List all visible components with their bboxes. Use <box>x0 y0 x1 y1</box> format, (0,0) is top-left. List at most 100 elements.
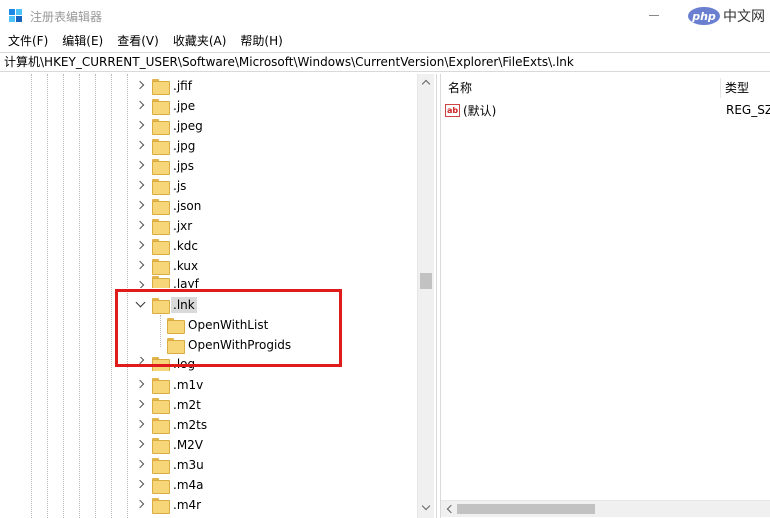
tree-item[interactable]: .jfif <box>136 76 194 96</box>
tree-item-label: .jpg <box>173 139 196 153</box>
tree-guide-line <box>95 74 96 518</box>
minimize-button[interactable] <box>638 6 674 26</box>
tree-item-label: .m4r <box>173 498 202 512</box>
tree-item[interactable]: .jpe <box>136 96 197 116</box>
tree-vertical-scrollbar[interactable] <box>417 74 434 518</box>
chevron-right-icon[interactable] <box>136 176 146 196</box>
tree-guide-line <box>31 74 32 518</box>
watermark-logo: php <box>688 7 720 25</box>
tree-item[interactable]: .m2ts <box>136 415 209 435</box>
tree-item[interactable]: .jxr <box>136 216 194 236</box>
folder-icon <box>152 239 170 255</box>
tree-item[interactable]: .layf <box>136 276 201 288</box>
folder-icon <box>152 276 170 288</box>
scroll-down-arrow-icon[interactable] <box>418 500 434 516</box>
tree-item-label: .layf <box>173 277 199 288</box>
tree-guide-line <box>63 74 64 518</box>
scroll-left-arrow-icon[interactable] <box>441 501 457 517</box>
tree-item[interactable]: .m4r <box>136 495 203 515</box>
tree-item[interactable]: .m4a <box>136 475 206 495</box>
values-horizontal-scrollbar[interactable] <box>441 500 770 517</box>
column-header-type[interactable]: 类型 <box>725 78 749 98</box>
tree-guide-line <box>47 74 48 518</box>
chevron-right-icon[interactable] <box>136 435 146 455</box>
chevron-right-icon[interactable] <box>136 96 146 116</box>
folder-icon <box>152 378 170 394</box>
folder-icon <box>152 438 170 454</box>
tree-item[interactable]: .jpeg <box>136 116 205 136</box>
scroll-up-arrow-icon[interactable] <box>418 74 434 90</box>
annotation-highlight-box <box>115 289 342 367</box>
chevron-right-icon[interactable] <box>136 256 146 276</box>
tree-item[interactable]: .jpg <box>136 136 197 156</box>
title-bar: 注册表编辑器 php 中文网 <box>0 0 770 32</box>
tree-item[interactable]: .m1v <box>136 375 205 395</box>
chevron-right-icon[interactable] <box>136 455 146 475</box>
tree-item-label: .m2t <box>173 398 201 412</box>
tree-item[interactable]: .jps <box>136 156 196 176</box>
chevron-right-icon[interactable] <box>136 236 146 256</box>
value-row[interactable]: ab (默认) REG_SZ <box>445 100 770 120</box>
chevron-right-icon[interactable] <box>136 116 146 136</box>
folder-icon <box>152 418 170 434</box>
folder-icon <box>152 199 170 215</box>
tree-item-label: .m1v <box>173 378 204 392</box>
tree-item-label: .jfif <box>173 79 192 93</box>
tree-item-label: .jxr <box>173 219 193 233</box>
menu-help[interactable]: 帮助(H) <box>233 32 289 50</box>
tree-item-label: .json <box>173 199 202 213</box>
tree-guide-line <box>79 74 80 518</box>
tree-item[interactable]: .m3u <box>136 455 206 475</box>
menu-bar: 文件(F) 编辑(E) 查看(V) 收藏夹(A) 帮助(H) <box>0 32 770 50</box>
menu-file[interactable]: 文件(F) <box>0 32 55 50</box>
tree-item-label: .m3u <box>173 458 204 472</box>
tree-item-label: .M2V <box>173 438 204 452</box>
tree-item-label: .jpe <box>173 99 196 113</box>
folder-icon <box>152 159 170 175</box>
tree-item[interactable]: .m2t <box>136 395 203 415</box>
address-bar[interactable]: 计算机\HKEY_CURRENT_USER\Software\Microsoft… <box>0 52 770 72</box>
column-divider[interactable] <box>720 78 721 98</box>
chevron-right-icon[interactable] <box>136 395 146 415</box>
scroll-thumb[interactable] <box>420 273 432 289</box>
watermark: php 中文网 <box>688 6 765 26</box>
chevron-right-icon[interactable] <box>136 76 146 96</box>
registry-editor-icon <box>9 9 22 22</box>
tree-item-label: .js <box>173 179 187 193</box>
tree-item[interactable]: .M2V <box>136 435 205 455</box>
folder-icon <box>152 458 170 474</box>
chevron-right-icon[interactable] <box>136 156 146 176</box>
chevron-right-icon[interactable] <box>136 475 146 495</box>
window-title: 注册表编辑器 <box>30 10 103 24</box>
tree-item-label: .m4a <box>173 478 204 492</box>
chevron-right-icon[interactable] <box>136 136 146 156</box>
tree-item[interactable]: .kux <box>136 256 200 276</box>
folder-icon <box>152 179 170 195</box>
menu-favorites[interactable]: 收藏夹(A) <box>166 32 234 50</box>
tree-item[interactable]: .json <box>136 196 203 216</box>
chevron-right-icon[interactable] <box>136 276 146 288</box>
chevron-right-icon[interactable] <box>136 216 146 236</box>
values-list: 名称 类型 ab (默认) REG_SZ <box>441 74 770 518</box>
chevron-right-icon[interactable] <box>136 495 146 515</box>
value-name: (默认) <box>463 103 497 118</box>
tree-item[interactable]: .kdc <box>136 236 200 256</box>
folder-icon <box>152 79 170 95</box>
folder-icon <box>152 259 170 275</box>
tree-item-label: .m2ts <box>173 418 208 432</box>
tree-item[interactable]: .js <box>136 176 188 196</box>
string-value-icon: ab <box>445 103 460 117</box>
folder-icon <box>152 398 170 414</box>
column-header-name[interactable]: 名称 <box>448 78 472 98</box>
folder-icon <box>152 119 170 135</box>
scroll-thumb[interactable] <box>457 504 595 514</box>
chevron-right-icon[interactable] <box>136 196 146 216</box>
folder-icon <box>152 478 170 494</box>
menu-view[interactable]: 查看(V) <box>110 32 166 50</box>
chevron-right-icon[interactable] <box>136 415 146 435</box>
folder-icon <box>152 498 170 514</box>
value-type: REG_SZ <box>726 103 770 117</box>
menu-edit[interactable]: 编辑(E) <box>55 32 110 50</box>
tree-item-label: .kux <box>173 259 199 273</box>
chevron-right-icon[interactable] <box>136 375 146 395</box>
